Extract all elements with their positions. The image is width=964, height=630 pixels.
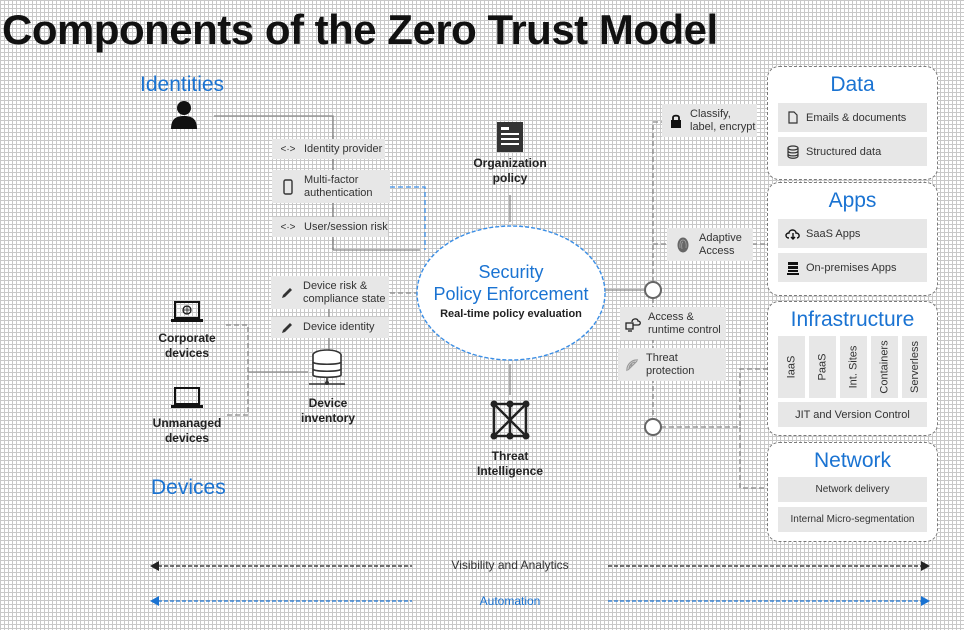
threat-intelligence-network-icon [490, 400, 530, 447]
chip-device-identity: Device identity [271, 317, 389, 338]
code-brackets-icon: <·> [280, 221, 296, 233]
radar-icon [622, 357, 642, 373]
network-item-microsegmentation: Internal Micro-segmentation [778, 507, 927, 532]
chip-mfa: Multi-factor authentication [272, 170, 390, 203]
data-title: Data [830, 73, 875, 96]
chip-identity-provider: <·> Identity provider [272, 139, 385, 159]
infra-jit-version-control: JIT and Version Control [778, 402, 927, 427]
visibility-analytics-label: Visibility and Analytics [451, 558, 569, 572]
apps-resource-box: Apps SaaS Apps On-premises Apps [767, 182, 938, 296]
infra-col-int-sites: Int. Sites [840, 336, 867, 398]
pencil-icon [277, 286, 297, 300]
document-icon [784, 111, 802, 124]
spe-title-line2: Policy Enforcement [433, 284, 589, 304]
automation-label: Automation [479, 594, 541, 608]
unmanaged-laptop-icon [170, 386, 204, 415]
devices-heading: Devices [151, 476, 226, 499]
code-brackets-icon: <·> [280, 143, 296, 155]
chip-user-session-risk: <·> User/session risk [272, 217, 388, 237]
data-resource-box: Data Emails & documents Structured data [767, 66, 938, 180]
phone-icon [278, 178, 298, 195]
apps-item-onprem: On-premises Apps [778, 253, 927, 282]
network-title: Network [813, 449, 892, 472]
cloud-devices-icon [624, 316, 644, 332]
mfa-connector [390, 186, 426, 250]
fingerprint-icon [673, 237, 693, 253]
lock-icon [666, 113, 686, 128]
junction-node-top [644, 281, 662, 299]
infra-col-serverless: Serverless [902, 336, 927, 398]
unmanaged-devices-label: Unmanaged devices [152, 416, 222, 445]
page-title: Components of the Zero Trust Model [2, 6, 718, 53]
corporate-laptop-icon [170, 300, 204, 329]
infra-col-iaas: IaaS [778, 336, 805, 398]
corporate-devices-label: Corporate devices [158, 331, 216, 360]
chip-access-runtime-control: Access & runtime control [620, 307, 726, 340]
data-item-structured: Structured data [778, 137, 927, 166]
organization-policy-label: Organization policy [473, 156, 547, 185]
device-inventory-label: Device inventory [300, 396, 355, 425]
infra-col-paas: PaaS [809, 336, 836, 398]
data-item-emails: Emails & documents [778, 103, 927, 132]
database-icon [784, 144, 802, 159]
identities-heading: Identities [140, 73, 225, 96]
user-icon [170, 100, 198, 135]
junction-node-bottom [644, 418, 662, 436]
spe-subtitle: Real-time policy evaluation [440, 308, 582, 320]
infra-col-containers: Containers [871, 336, 898, 398]
infrastructure-title: Infrastructure [790, 308, 915, 331]
pencil-icon [277, 321, 297, 335]
network-item-delivery: Network delivery [778, 477, 927, 502]
security-policy-enforcement: Security Policy Enforcement Real-time po… [417, 261, 605, 320]
threat-intelligence-label: Threat Intelligence [476, 449, 544, 478]
chip-threat-protection: Threat protection [618, 348, 726, 381]
infrastructure-resource-box: Infrastructure IaaS PaaS Int. Sites Cont… [767, 301, 938, 436]
apps-title: Apps [828, 189, 877, 212]
database-server-icon [307, 349, 347, 392]
chip-adaptive-access: Adaptive Access [667, 228, 753, 261]
spe-title-line1: Security [478, 262, 544, 282]
cloud-download-icon [784, 228, 802, 240]
policy-document-icon [497, 122, 523, 157]
chip-classify-label-encrypt: Classify, label, encrypt [662, 104, 757, 137]
network-resource-box: Network Network delivery Internal Micro-… [767, 442, 938, 542]
apps-item-saas: SaaS Apps [778, 219, 927, 248]
chip-device-risk: Device risk & compliance state [271, 276, 389, 309]
server-icon [784, 261, 802, 275]
